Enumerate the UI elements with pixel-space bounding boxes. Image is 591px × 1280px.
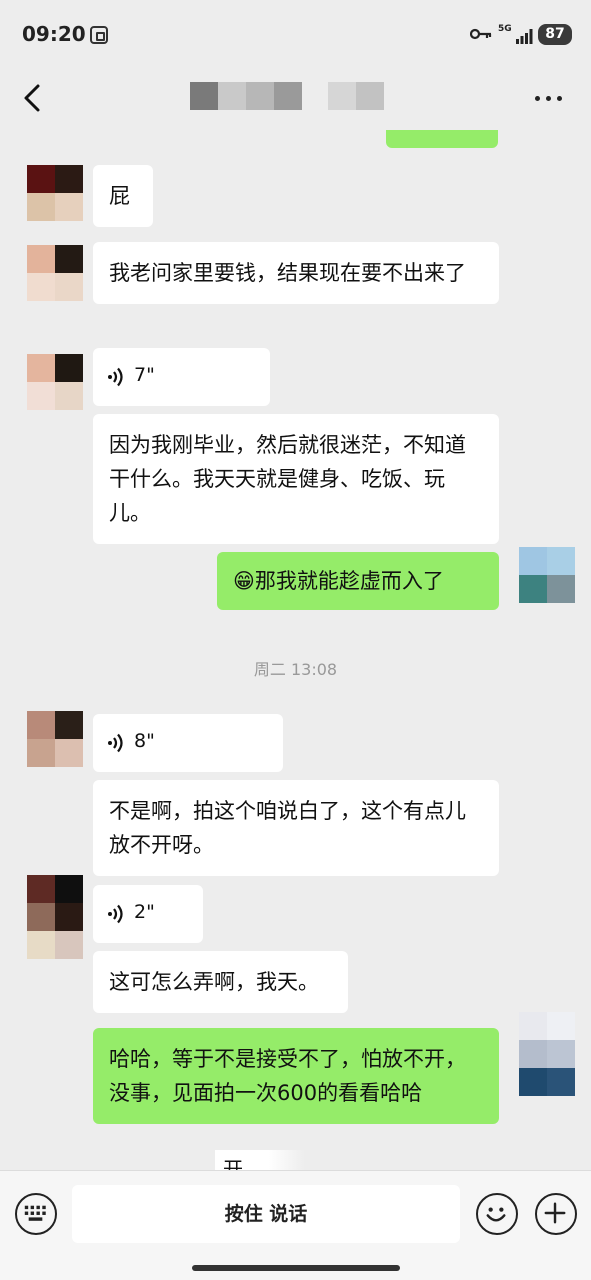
voice-duration: 2" xyxy=(134,901,155,923)
my-message-label: 那我就能趁虚而入了 xyxy=(254,569,444,593)
message-text[interactable]: 屁 xyxy=(93,165,153,227)
my-avatar[interactable] xyxy=(519,547,575,603)
screen-record-icon xyxy=(90,26,108,44)
status-time: 09:20 xyxy=(22,22,86,46)
voice-wave-icon xyxy=(108,733,123,753)
home-indicator[interactable] xyxy=(192,1265,400,1271)
partial-message-bubble xyxy=(386,130,498,148)
more-icon[interactable] xyxy=(532,88,566,108)
message-text[interactable]: 我老问家里要钱，结果现在要不出来了 xyxy=(93,242,499,304)
network-label: 5G xyxy=(498,24,512,34)
voice-message[interactable]: 8" xyxy=(93,714,283,772)
emoji-icon[interactable] xyxy=(476,1193,518,1235)
plus-icon[interactable] xyxy=(535,1193,577,1235)
message-text[interactable]: 因为我刚毕业，然后就很迷茫，不知道干什么。我天天就是健身、吃饭、玩儿。 xyxy=(93,414,499,544)
voice-message[interactable]: 7" xyxy=(93,348,270,406)
key-icon xyxy=(470,28,492,40)
contact-avatar[interactable] xyxy=(27,875,83,959)
message-text[interactable]: 这可怎么弄啊，我天。 xyxy=(93,951,348,1013)
voice-wave-icon xyxy=(108,367,123,387)
voice-duration: 8" xyxy=(134,730,155,752)
message-text[interactable]: 不是啊，拍这个咱说白了，这个有点儿放不开呀。 xyxy=(93,780,499,876)
chat-timestamp: 周二 13:08 xyxy=(253,660,338,679)
my-message-text[interactable]: 😁那我就能趁虚而入了 xyxy=(217,552,499,610)
hold-to-talk-button[interactable]: 按住 说话 xyxy=(72,1185,460,1243)
my-avatar[interactable] xyxy=(519,1012,575,1096)
grin-emoji-icon: 😁 xyxy=(233,569,255,593)
keyboard-icon[interactable] xyxy=(15,1193,57,1235)
chat-header xyxy=(0,70,591,130)
voice-duration: 7" xyxy=(134,364,155,386)
battery-indicator: 87 xyxy=(538,24,572,45)
status-bar: 09:20 5G 87 xyxy=(0,0,591,70)
input-bar: 按住 说话 xyxy=(0,1170,591,1280)
contact-avatar[interactable] xyxy=(27,165,83,221)
voice-wave-icon xyxy=(108,904,123,924)
contact-avatar[interactable] xyxy=(27,711,83,767)
voice-message[interactable]: 2" xyxy=(93,885,203,943)
contact-avatar[interactable] xyxy=(27,354,83,410)
signal-icon xyxy=(516,29,533,44)
chat-title-redacted xyxy=(190,82,390,110)
back-icon[interactable] xyxy=(18,78,48,118)
my-message-text[interactable]: 哈哈，等于不是接受不了，怕放不开，没事，见面拍一次600的看看哈哈 xyxy=(93,1028,499,1124)
contact-avatar[interactable] xyxy=(27,245,83,301)
